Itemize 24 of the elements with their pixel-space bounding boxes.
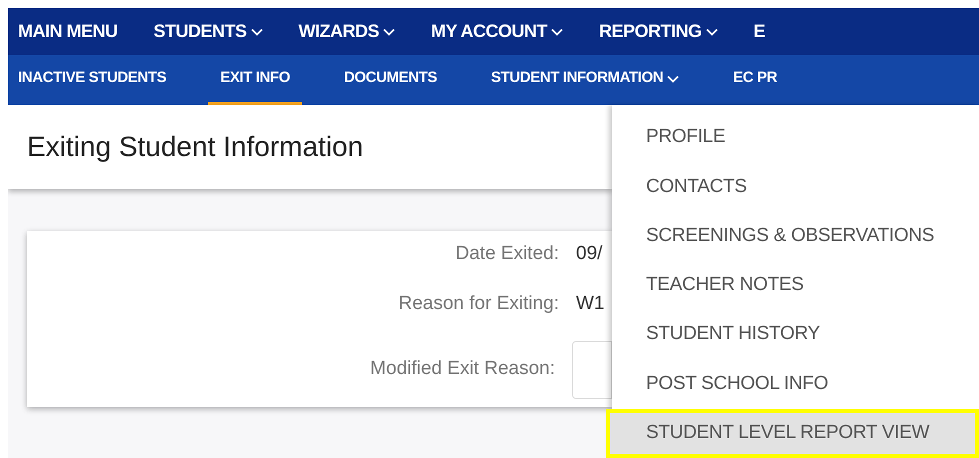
exit-reason-field[interactable] (572, 340, 612, 398)
dropdown-item[interactable]: PROFILE (612, 113, 979, 162)
dropdown-item[interactable]: TEACHER NOTES (612, 260, 979, 310)
sub-menu-tab[interactable]: STUDENT INFORMATION (479, 55, 692, 105)
main-menu-item[interactable]: MY ACCOUNT (431, 18, 564, 45)
sub-menu-tab[interactable]: INACTIVE STUDENTS (18, 55, 178, 105)
page-title: Exiting Student Information (27, 130, 364, 164)
dropdown-item[interactable]: SCREENINGS & OBSERVATIONS (612, 212, 979, 261)
dropdown-item[interactable]: STUDENT LEVEL REPORT VIEW (606, 408, 979, 458)
field-value: W1 (576, 292, 604, 316)
sub-menu-tab[interactable]: DOCUMENTS (332, 55, 450, 105)
dropdown-item[interactable]: CONTACTS (612, 162, 979, 212)
main-menu-item[interactable]: WIZARDS (298, 18, 396, 45)
field-label: Reason for Exiting: (397, 292, 559, 316)
dropdown-item[interactable]: STUDENT HISTORY (612, 310, 979, 360)
main-menu-item[interactable]: REPORTING (599, 18, 718, 45)
main-menu-item[interactable]: E (754, 18, 766, 45)
main-menu-item[interactable]: STUDENTS (154, 18, 263, 45)
field-label: Date Exited: (454, 242, 559, 266)
main-menu-item[interactable]: MAIN MENU (18, 18, 118, 45)
field-label: Modified Exit Reason: (369, 357, 555, 382)
dropdown-item[interactable]: POST SCHOOL INFO (612, 359, 979, 409)
sub-menu-tab[interactable]: EC PR (721, 55, 789, 105)
field-value: 09/ (576, 242, 602, 266)
